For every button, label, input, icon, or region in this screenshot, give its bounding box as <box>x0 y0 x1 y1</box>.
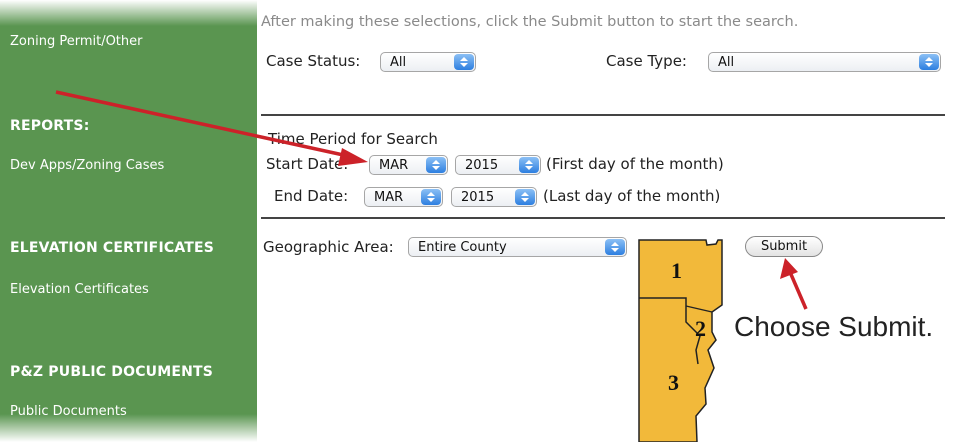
map-region-3: 3 <box>668 370 679 395</box>
submit-arrow-line <box>788 271 808 310</box>
map-region-1: 1 <box>671 258 682 283</box>
map-region-2: 2 <box>695 316 706 341</box>
submit-arrow <box>780 258 808 310</box>
county-map[interactable]: 1 2 3 <box>638 239 723 442</box>
submit-arrow-head <box>780 258 798 279</box>
overlay-graphics: 1 2 3 <box>55 90 808 442</box>
date-arrow <box>55 90 368 166</box>
date-arrow-head <box>338 148 368 166</box>
date-arrow-line <box>55 90 349 158</box>
